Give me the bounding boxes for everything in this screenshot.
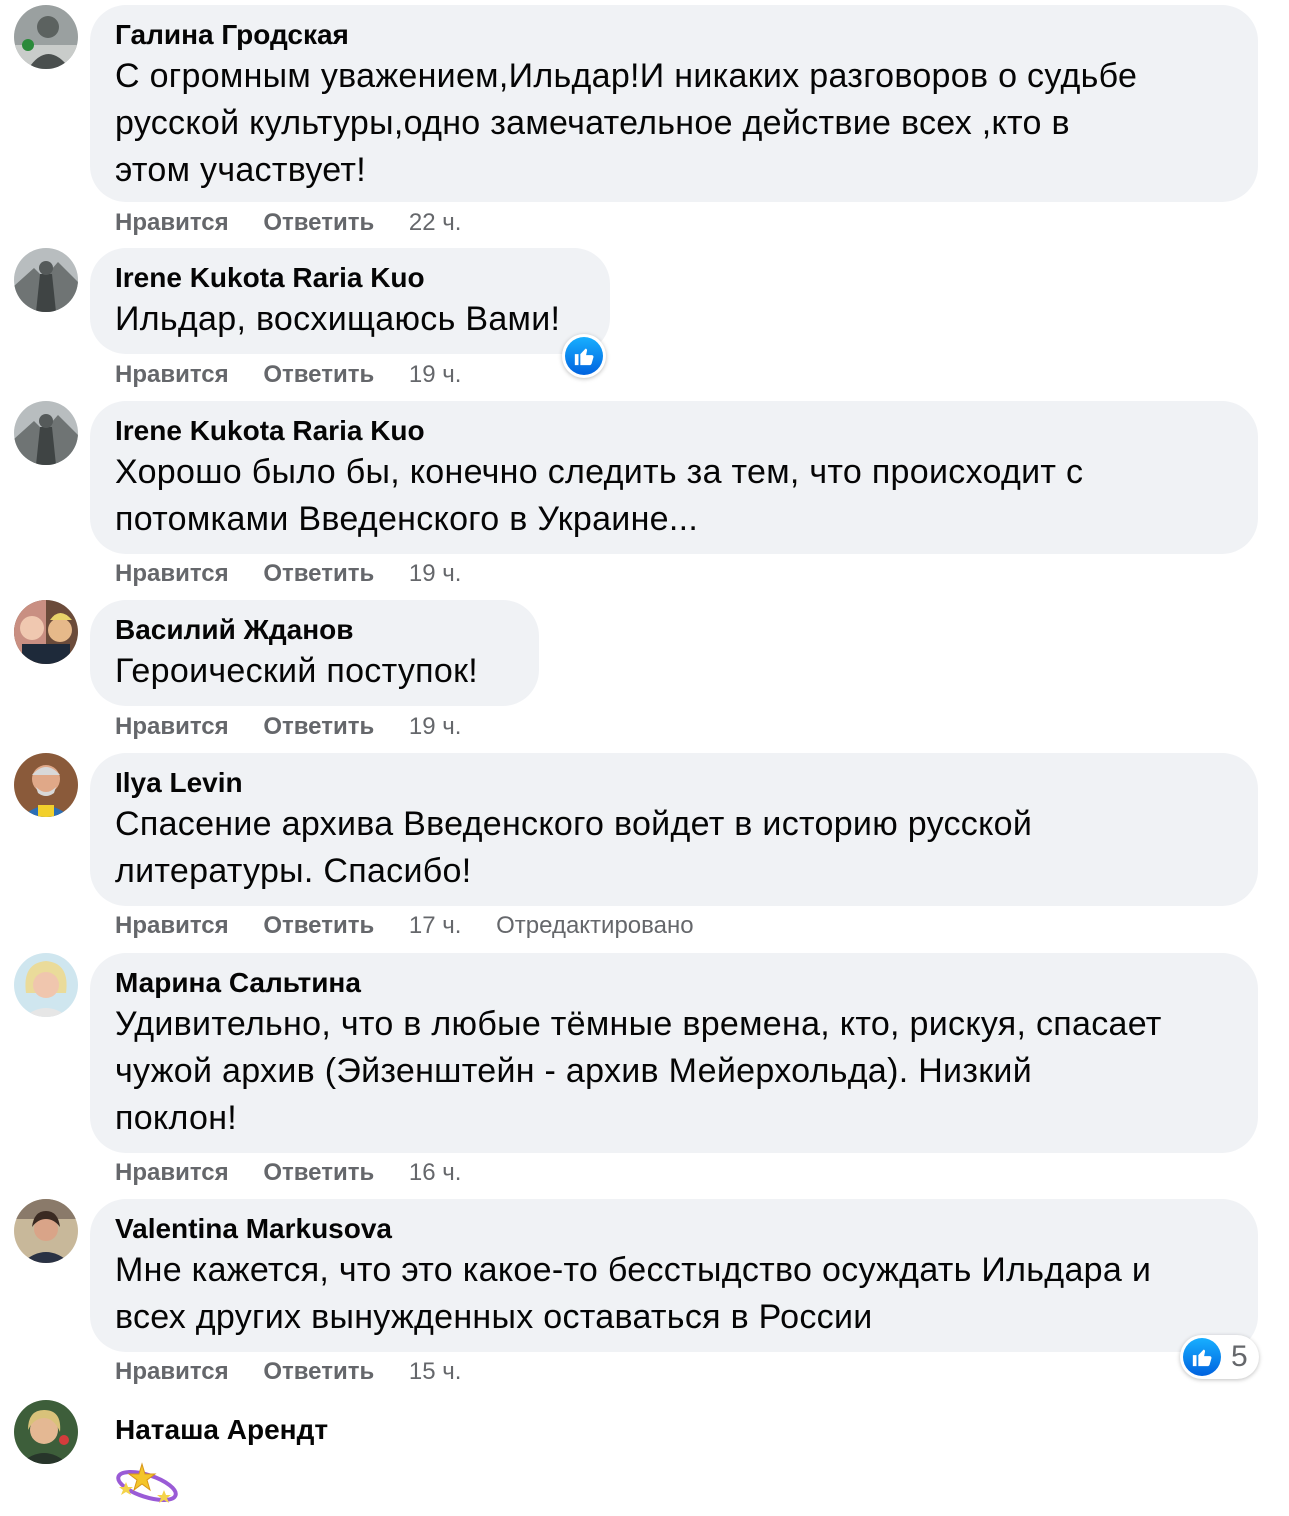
like-icon <box>1183 1338 1221 1376</box>
comment-author[interactable]: Ilya Levin <box>115 765 1234 801</box>
avatar[interactable] <box>14 953 78 1017</box>
like-button[interactable]: Нравится <box>115 1358 229 1385</box>
avatar[interactable] <box>14 600 78 664</box>
comment-timestamp[interactable]: 15 ч. <box>409 1358 462 1385</box>
comment-timestamp[interactable]: 16 ч. <box>409 1159 462 1186</box>
reaction-count: 5 <box>1231 1340 1248 1373</box>
comment-timestamp[interactable]: 19 ч. <box>409 713 462 740</box>
reply-button[interactable]: Ответить <box>263 1159 374 1186</box>
comment-text-line: Удивительно, что в любые тёмные времена,… <box>115 1005 1162 1043</box>
comment-text-line: русской культуры,одно замечательное дейс… <box>115 104 1070 142</box>
comment-text-line: потомками Введенского в Украине... <box>115 500 699 538</box>
reply-button[interactable]: Ответить <box>263 209 374 236</box>
comment-actions: Нравится Ответить 19 ч. <box>115 360 489 390</box>
comment-text-line: Хорошо было бы, конечно следить за тем, … <box>115 453 1084 491</box>
comment-text-line: Мне кажется, что это какое-то бесстыдств… <box>115 1251 1152 1289</box>
comment-text-line: поклон! <box>115 1099 238 1137</box>
comment-author[interactable]: Василий Жданов <box>115 612 515 648</box>
like-button[interactable]: Нравится <box>115 361 229 388</box>
avatar[interactable] <box>14 248 78 312</box>
edited-label[interactable]: Отредактировано <box>496 912 693 939</box>
comment-text-line: этом участвует! <box>115 151 366 189</box>
avatar[interactable] <box>14 753 78 817</box>
comment-actions: Нравится Ответить 19 ч. <box>115 712 489 742</box>
comment-actions: Нравится Ответить 19 ч. <box>115 559 489 589</box>
comment-text-line: всех других вынужденных оставаться в Рос… <box>115 1298 873 1336</box>
comment-timestamp[interactable]: 19 ч. <box>409 361 462 388</box>
comment-text-line: Спасение архива Введенского войдет в ист… <box>115 805 1033 843</box>
comment-bubble: Галина Гродская С огромным уважением,Иль… <box>90 5 1258 202</box>
comment-actions: Нравится Ответить 22 ч. <box>115 208 489 238</box>
like-button[interactable]: Нравится <box>115 912 229 939</box>
comment-body: Наташа Арендт <box>115 1412 328 1448</box>
avatar[interactable] <box>14 5 78 69</box>
comment-bubble: Василий Жданов Героический поступок! <box>90 600 539 706</box>
reply-button[interactable]: Ответить <box>263 912 374 939</box>
sparkles-sticker[interactable] <box>112 1460 182 1508</box>
comment-author[interactable]: Valentina Markusova <box>115 1211 1234 1247</box>
comment-author[interactable]: Irene Kukota Raria Kuo <box>115 413 1234 449</box>
like-icon <box>565 337 603 375</box>
comment-timestamp[interactable]: 22 ч. <box>409 209 462 236</box>
comment-text-line: литературы. Спасибо! <box>115 852 472 890</box>
avatar[interactable] <box>14 1199 78 1263</box>
comment-text-line: чужой архив (Эйзенштейн - архив Мейерхол… <box>115 1052 1032 1090</box>
comment-bubble: Irene Kukota Raria Kuo Хорошо было бы, к… <box>90 401 1258 554</box>
comment-text-line: Героический поступок! <box>115 652 479 690</box>
avatar[interactable] <box>14 1400 78 1464</box>
avatar[interactable] <box>14 401 78 465</box>
comment-actions: Нравится Ответить 15 ч. <box>115 1357 489 1387</box>
reaction-badge[interactable] <box>562 334 606 378</box>
comment-author[interactable]: Irene Kukota Raria Kuo <box>115 260 586 296</box>
comment-bubble: Марина Сальтина Удивительно, что в любые… <box>90 953 1258 1153</box>
comment-actions: Нравится Ответить 17 ч. Отредактировано <box>115 911 694 941</box>
comment-text-line: С огромным уважением,Ильдар!И никаких ра… <box>115 57 1138 95</box>
like-button[interactable]: Нравится <box>115 209 229 236</box>
comment-author[interactable]: Галина Гродская <box>115 17 1234 53</box>
reply-button[interactable]: Ответить <box>263 713 374 740</box>
like-button[interactable]: Нравится <box>115 713 229 740</box>
like-button[interactable]: Нравится <box>115 560 229 587</box>
like-button[interactable]: Нравится <box>115 1159 229 1186</box>
reply-button[interactable]: Ответить <box>263 361 374 388</box>
comments-feed: Галина Гродская С огромным уважением,Иль… <box>0 0 1289 1516</box>
comment-bubble: Irene Kukota Raria Kuo Ильдар, восхищаюс… <box>90 248 610 354</box>
reply-button[interactable]: Ответить <box>263 1358 374 1385</box>
reaction-badge[interactable]: 5 <box>1180 1335 1259 1379</box>
comment-bubble: Ilya Levin Спасение архива Введенского в… <box>90 753 1258 906</box>
comment-author[interactable]: Наташа Арендт <box>115 1412 328 1448</box>
comment-timestamp[interactable]: 19 ч. <box>409 560 462 587</box>
comment-timestamp[interactable]: 17 ч. <box>409 912 462 939</box>
reply-button[interactable]: Ответить <box>263 560 374 587</box>
comment-actions: Нравится Ответить 16 ч. <box>115 1158 489 1188</box>
comment-bubble: Valentina Markusova Мне кажется, что это… <box>90 1199 1258 1352</box>
comment-text-line: Ильдар, восхищаюсь Вами! <box>115 300 561 338</box>
comment-author[interactable]: Марина Сальтина <box>115 965 1234 1001</box>
